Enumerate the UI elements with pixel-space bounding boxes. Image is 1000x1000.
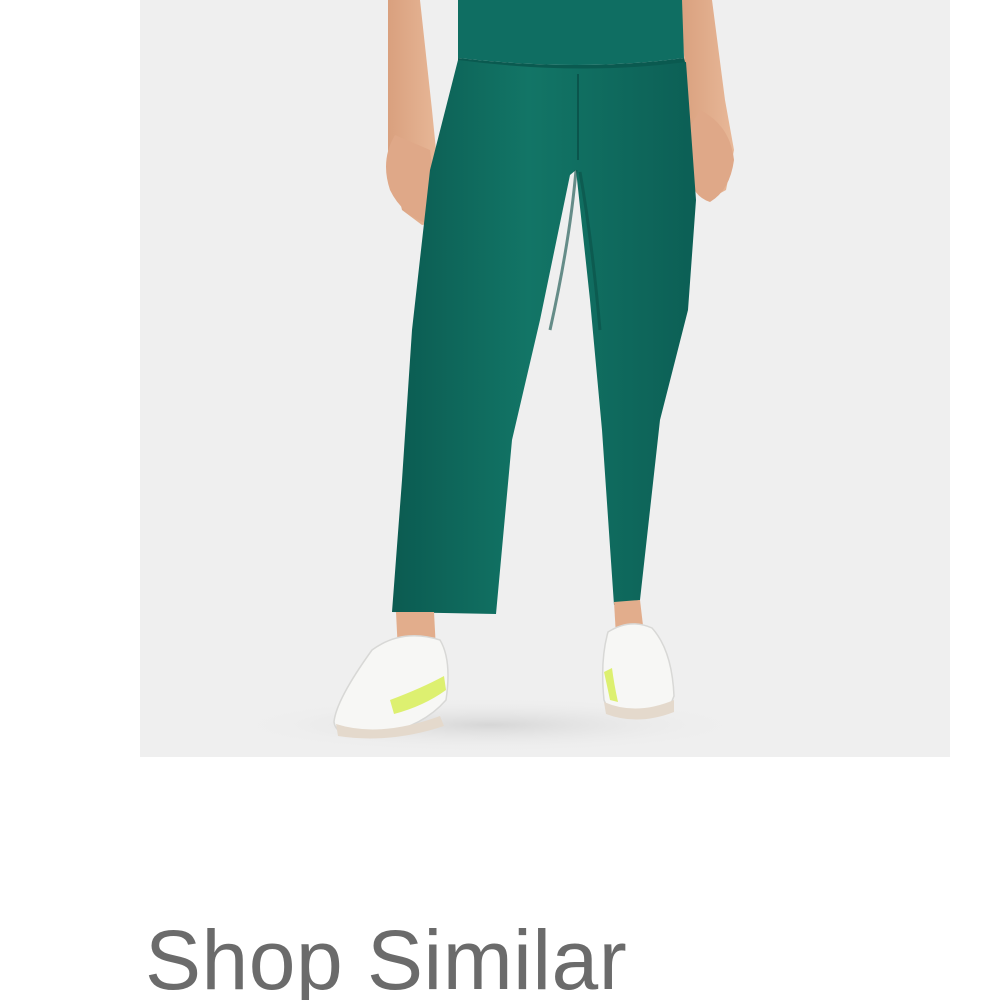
leggings-photo [140,0,950,757]
waistband [458,0,684,65]
shop-similar-heading: Shop Similar [145,913,628,1000]
product-page: Shop Similar [0,0,1000,1000]
product-image[interactable] [140,0,950,757]
